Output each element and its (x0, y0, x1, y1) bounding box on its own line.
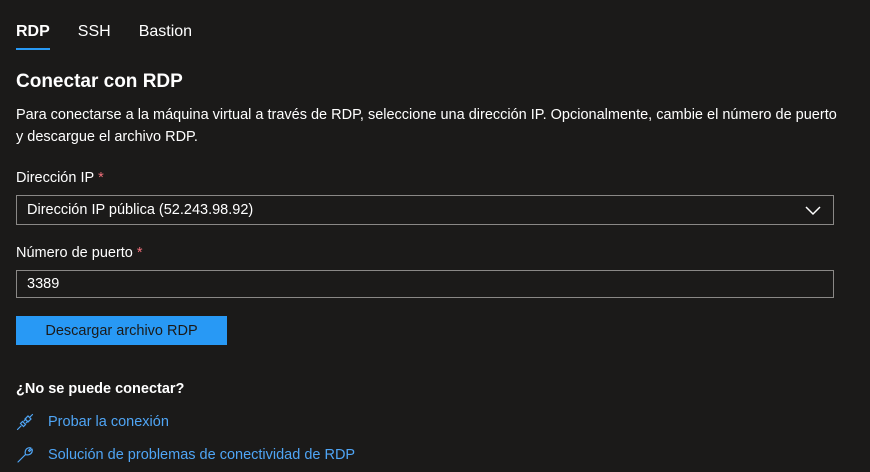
port-number-label-text: Número de puerto (16, 245, 133, 261)
test-connection-link-row[interactable]: Probar la conexión (16, 412, 854, 432)
tab-bar: RDP SSH Bastion (16, 0, 854, 52)
ip-address-selected-value: Dirección IP pública (52.243.98.92) (27, 202, 254, 218)
tab-bastion[interactable]: Bastion (139, 0, 192, 42)
port-number-label: Número de puerto * (16, 243, 854, 263)
download-rdp-file-button[interactable]: Descargar archivo RDP (16, 316, 227, 345)
section-description: Para conectarse a la máquina virtual a t… (16, 107, 837, 145)
troubleshoot-link-row[interactable]: Solución de problemas de conectividad de… (16, 445, 854, 465)
help-title: ¿No se puede conectar? (16, 381, 185, 397)
plug-icon (16, 413, 34, 431)
port-number-input[interactable]: 3389 (16, 270, 834, 298)
required-marker: * (136, 245, 143, 261)
tab-rdp[interactable]: RDP (16, 0, 50, 50)
wrench-icon (16, 446, 34, 464)
tab-ssh[interactable]: SSH (78, 0, 111, 42)
chevron-down-icon (805, 206, 821, 216)
ip-address-dropdown[interactable]: Dirección IP pública (52.243.98.92) (16, 195, 834, 225)
troubleshoot-rdp-link[interactable]: Solución de problemas de conectividad de… (48, 447, 355, 463)
required-marker: * (98, 170, 104, 186)
port-number-value: 3389 (27, 276, 60, 292)
section-title: Conectar con RDP (16, 71, 183, 92)
ip-address-label: Dirección IP * (16, 168, 854, 188)
ip-address-label-text: Dirección IP (16, 170, 95, 186)
rdp-connect-panel: RDP SSH Bastion Conectar con RDP Para co… (0, 0, 870, 472)
test-connection-link[interactable]: Probar la conexión (48, 414, 169, 430)
